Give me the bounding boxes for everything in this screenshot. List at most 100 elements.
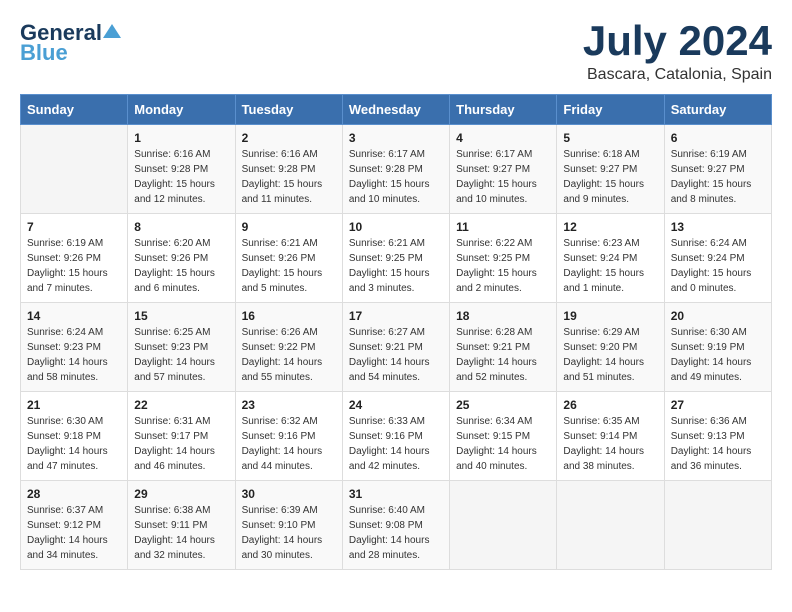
table-row: 21 Sunrise: 6:30 AM Sunset: 9:18 PM Dayli…	[21, 392, 128, 481]
table-row: 8 Sunrise: 6:20 AM Sunset: 9:26 PM Daylig…	[128, 214, 235, 303]
day-number: 21	[27, 398, 121, 412]
calendar-week-4: 21 Sunrise: 6:30 AM Sunset: 9:18 PM Dayli…	[21, 392, 772, 481]
table-row: 26Sunrise: 6:35 AM Sunset: 9:14 PM Dayli…	[557, 392, 664, 481]
day-info: Sunrise: 6:16 AM Sunset: 9:28 PM Dayligh…	[242, 147, 336, 207]
table-row: 20Sunrise: 6:30 AM Sunset: 9:19 PM Dayli…	[664, 303, 771, 392]
day-number: 17	[349, 309, 443, 323]
calendar-table: Sunday Monday Tuesday Wednesday Thursday…	[20, 94, 772, 570]
table-row: 14 Sunrise: 6:24 AM Sunset: 9:23 PM Dayli…	[21, 303, 128, 392]
table-row	[664, 481, 771, 570]
day-info: Sunrise: 6:40 AM Sunset: 9:08 PM Dayligh…	[349, 503, 443, 563]
day-number: 5	[563, 131, 657, 145]
day-number: 24	[349, 398, 443, 412]
table-row: 23 Sunrise: 6:32 AM Sunset: 9:16 PM Dayli…	[235, 392, 342, 481]
day-info: Sunrise: 6:30 AM Sunset: 9:18 PM Dayligh…	[27, 414, 121, 474]
calendar-week-3: 14 Sunrise: 6:24 AM Sunset: 9:23 PM Dayli…	[21, 303, 772, 392]
day-number: 27	[671, 398, 765, 412]
table-row: 13Sunrise: 6:24 AM Sunset: 9:24 PM Dayli…	[664, 214, 771, 303]
day-number: 30	[242, 487, 336, 501]
calendar-week-5: 28Sunrise: 6:37 AM Sunset: 9:12 PM Dayli…	[21, 481, 772, 570]
table-row: 12Sunrise: 6:23 AM Sunset: 9:24 PM Dayli…	[557, 214, 664, 303]
day-info: Sunrise: 6:31 AM Sunset: 9:17 PM Dayligh…	[134, 414, 228, 474]
day-number: 3	[349, 131, 443, 145]
day-number: 9	[242, 220, 336, 234]
day-info: Sunrise: 6:18 AM Sunset: 9:27 PM Dayligh…	[563, 147, 657, 207]
header-row: Sunday Monday Tuesday Wednesday Thursday…	[21, 95, 772, 125]
day-info: Sunrise: 6:34 AM Sunset: 9:15 PM Dayligh…	[456, 414, 550, 474]
day-number: 19	[563, 309, 657, 323]
day-number: 14	[27, 309, 121, 323]
day-number: 29	[134, 487, 228, 501]
table-row	[21, 125, 128, 214]
col-saturday: Saturday	[664, 95, 771, 125]
table-row: 11 Sunrise: 6:22 AM Sunset: 9:25 PM Dayli…	[450, 214, 557, 303]
day-number: 10	[349, 220, 443, 234]
day-info: Sunrise: 6:37 AM Sunset: 9:12 PM Dayligh…	[27, 503, 121, 563]
calendar-week-1: 1 Sunrise: 6:16 AM Sunset: 9:28 PM Daylig…	[21, 125, 772, 214]
day-info: Sunrise: 6:20 AM Sunset: 9:26 PM Dayligh…	[134, 236, 228, 296]
col-sunday: Sunday	[21, 95, 128, 125]
day-info: Sunrise: 6:36 AM Sunset: 9:13 PM Dayligh…	[671, 414, 765, 474]
day-info: Sunrise: 6:26 AM Sunset: 9:22 PM Dayligh…	[242, 325, 336, 385]
day-info: Sunrise: 6:28 AM Sunset: 9:21 PM Dayligh…	[456, 325, 550, 385]
day-info: Sunrise: 6:23 AM Sunset: 9:24 PM Dayligh…	[563, 236, 657, 296]
table-row: 7Sunrise: 6:19 AM Sunset: 9:26 PM Daylig…	[21, 214, 128, 303]
page-header: General Blue July 2024 Bascara, Cataloni…	[20, 20, 772, 84]
table-row: 4Sunrise: 6:17 AM Sunset: 9:27 PM Daylig…	[450, 125, 557, 214]
table-row: 2Sunrise: 6:16 AM Sunset: 9:28 PM Daylig…	[235, 125, 342, 214]
day-info: Sunrise: 6:38 AM Sunset: 9:11 PM Dayligh…	[134, 503, 228, 563]
table-row: 28Sunrise: 6:37 AM Sunset: 9:12 PM Dayli…	[21, 481, 128, 570]
day-number: 6	[671, 131, 765, 145]
day-number: 11	[456, 220, 550, 234]
day-number: 31	[349, 487, 443, 501]
day-info: Sunrise: 6:27 AM Sunset: 9:21 PM Dayligh…	[349, 325, 443, 385]
day-info: Sunrise: 6:35 AM Sunset: 9:14 PM Dayligh…	[563, 414, 657, 474]
day-number: 1	[134, 131, 228, 145]
calendar-week-2: 7Sunrise: 6:19 AM Sunset: 9:26 PM Daylig…	[21, 214, 772, 303]
col-tuesday: Tuesday	[235, 95, 342, 125]
table-row: 27 Sunrise: 6:36 AM Sunset: 9:13 PM Dayli…	[664, 392, 771, 481]
title-block: July 2024 Bascara, Catalonia, Spain	[583, 20, 772, 84]
location: Bascara, Catalonia, Spain	[583, 66, 772, 84]
day-info: Sunrise: 6:17 AM Sunset: 9:28 PM Dayligh…	[349, 147, 443, 207]
table-row: 29 Sunrise: 6:38 AM Sunset: 9:11 PM Dayli…	[128, 481, 235, 570]
month-year: July 2024	[583, 20, 772, 62]
day-info: Sunrise: 6:25 AM Sunset: 9:23 PM Dayligh…	[134, 325, 228, 385]
logo-blue-text: Blue	[20, 40, 68, 66]
day-info: Sunrise: 6:19 AM Sunset: 9:27 PM Dayligh…	[671, 147, 765, 207]
day-info: Sunrise: 6:29 AM Sunset: 9:20 PM Dayligh…	[563, 325, 657, 385]
logo: General Blue	[20, 20, 121, 66]
table-row: 17 Sunrise: 6:27 AM Sunset: 9:21 PM Dayli…	[342, 303, 449, 392]
day-info: Sunrise: 6:24 AM Sunset: 9:23 PM Dayligh…	[27, 325, 121, 385]
day-number: 4	[456, 131, 550, 145]
day-info: Sunrise: 6:21 AM Sunset: 9:26 PM Dayligh…	[242, 236, 336, 296]
table-row: 30 Sunrise: 6:39 AM Sunset: 9:10 PM Dayli…	[235, 481, 342, 570]
col-monday: Monday	[128, 95, 235, 125]
day-info: Sunrise: 6:33 AM Sunset: 9:16 PM Dayligh…	[349, 414, 443, 474]
table-row	[557, 481, 664, 570]
col-wednesday: Wednesday	[342, 95, 449, 125]
day-number: 7	[27, 220, 121, 234]
table-row: 3 Sunrise: 6:17 AM Sunset: 9:28 PM Daylig…	[342, 125, 449, 214]
table-row: 19 Sunrise: 6:29 AM Sunset: 9:20 PM Dayli…	[557, 303, 664, 392]
table-row: 15 Sunrise: 6:25 AM Sunset: 9:23 PM Dayli…	[128, 303, 235, 392]
table-row: 1Sunrise: 6:16 AM Sunset: 9:28 PM Daylig…	[128, 125, 235, 214]
day-number: 23	[242, 398, 336, 412]
day-info: Sunrise: 6:30 AM Sunset: 9:19 PM Dayligh…	[671, 325, 765, 385]
table-row	[450, 481, 557, 570]
table-row: 10 Sunrise: 6:21 AM Sunset: 9:25 PM Dayli…	[342, 214, 449, 303]
day-number: 13	[671, 220, 765, 234]
table-row: 24 Sunrise: 6:33 AM Sunset: 9:16 PM Dayli…	[342, 392, 449, 481]
day-number: 15	[134, 309, 228, 323]
day-number: 8	[134, 220, 228, 234]
table-row: 25 Sunrise: 6:34 AM Sunset: 9:15 PM Dayli…	[450, 392, 557, 481]
day-info: Sunrise: 6:22 AM Sunset: 9:25 PM Dayligh…	[456, 236, 550, 296]
table-row: 18 Sunrise: 6:28 AM Sunset: 9:21 PM Dayli…	[450, 303, 557, 392]
day-info: Sunrise: 6:21 AM Sunset: 9:25 PM Dayligh…	[349, 236, 443, 296]
day-number: 18	[456, 309, 550, 323]
day-info: Sunrise: 6:39 AM Sunset: 9:10 PM Dayligh…	[242, 503, 336, 563]
table-row: 9 Sunrise: 6:21 AM Sunset: 9:26 PM Daylig…	[235, 214, 342, 303]
day-info: Sunrise: 6:32 AM Sunset: 9:16 PM Dayligh…	[242, 414, 336, 474]
day-number: 25	[456, 398, 550, 412]
table-row: 16Sunrise: 6:26 AM Sunset: 9:22 PM Dayli…	[235, 303, 342, 392]
